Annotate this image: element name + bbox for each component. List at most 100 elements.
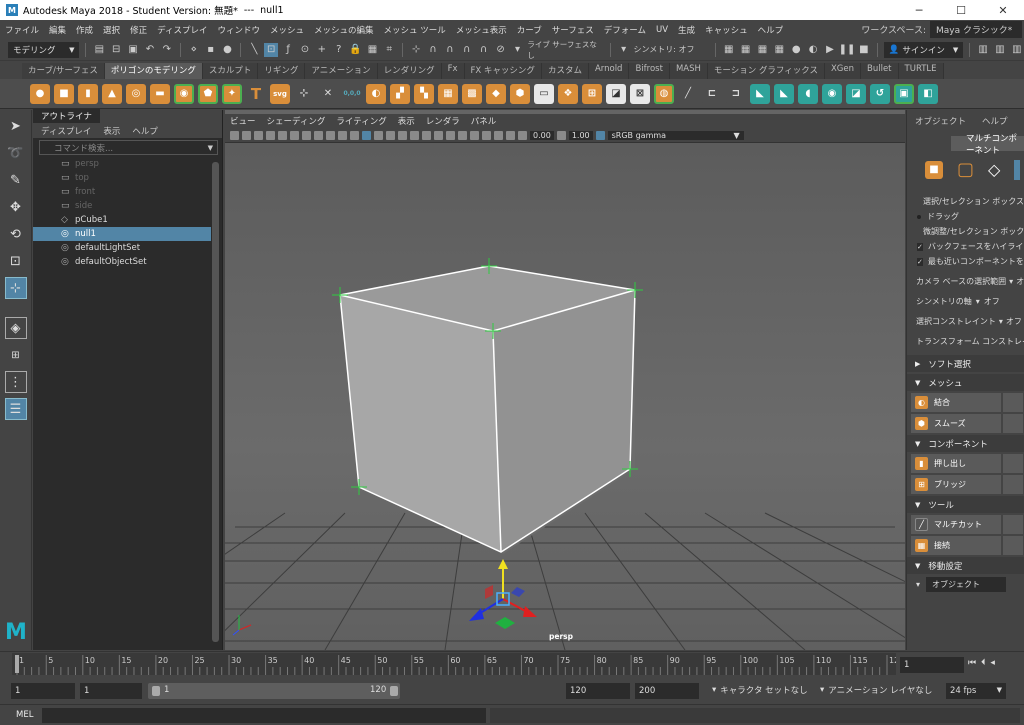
paint-select-tool-icon[interactable]: ✎ xyxy=(5,169,27,191)
exposure-icon[interactable] xyxy=(518,130,527,140)
shadows-icon[interactable] xyxy=(410,130,419,140)
poly-plane-icon[interactable]: ▬ xyxy=(150,83,170,104)
outliner-item-null1[interactable]: ◎ null1 xyxy=(33,227,211,241)
outliner-item-front[interactable]: ▭ front xyxy=(33,185,211,199)
bridge-icon[interactable]: ⊞ xyxy=(582,83,602,104)
image-plane-icon[interactable] xyxy=(254,130,263,140)
go-to-start-icon[interactable]: ⏮ xyxy=(968,658,977,668)
multi-cut-options-button[interactable] xyxy=(1003,515,1023,534)
select-misc-icon[interactable]: ▦ xyxy=(366,43,380,57)
target-weld-icon[interactable]: ⊏ xyxy=(702,83,722,104)
cylindrical-map-icon[interactable]: ◖ xyxy=(798,83,818,104)
layout-uv-icon[interactable]: ▣ xyxy=(894,83,914,104)
step-back-key-icon[interactable]: ◂ xyxy=(990,658,996,668)
smooth-shade-icon[interactable] xyxy=(362,130,371,140)
select-by-deform-icon[interactable]: + xyxy=(315,43,329,57)
animation-start-field[interactable]: 1 xyxy=(11,683,75,699)
isolate-select-icon[interactable] xyxy=(470,130,479,140)
backface-highlight-checkbox[interactable]: ✓ バックフェースをハイライト xyxy=(907,239,1024,254)
xray-components-icon[interactable] xyxy=(506,130,515,140)
grid-toggle-icon[interactable] xyxy=(266,130,275,140)
menu-curves[interactable]: カーブ xyxy=(512,24,547,36)
depth-of-field-icon[interactable] xyxy=(458,130,467,140)
exposure-field[interactable]: 0.00 xyxy=(530,130,554,140)
z-arrow-icon[interactable] xyxy=(469,608,484,621)
connect-options-button[interactable] xyxy=(1003,536,1023,555)
shelf-tab-fx-caching[interactable]: FX キャッシング xyxy=(464,63,542,79)
layout-side-by-side-icon[interactable]: ⋮ xyxy=(4,371,27,393)
reduce-icon[interactable]: ◍ xyxy=(654,83,674,104)
menu-modify[interactable]: 修正 xyxy=(125,24,152,36)
outliner-search-input[interactable]: コマンド検索... ▼ xyxy=(39,140,218,155)
scale-tool-icon[interactable]: ⊡ xyxy=(5,250,27,272)
viewport-menu-panels[interactable]: パネル xyxy=(471,115,497,127)
animation-end-field[interactable]: 200 xyxy=(635,683,699,699)
multi-cut-icon[interactable]: ╱ xyxy=(678,83,698,104)
bridge-button[interactable]: ⊞ ブリッジ xyxy=(911,475,1001,494)
layout-single-pane-icon[interactable]: ◈ xyxy=(4,317,27,339)
outliner-menu-display[interactable]: ディスプレイ xyxy=(41,125,91,137)
shelf-tab-turtle[interactable]: TURTLE xyxy=(898,63,944,79)
toggle-panel-3-icon[interactable]: ▥ xyxy=(1010,43,1024,57)
toggle-panel-icon[interactable]: ▥ xyxy=(976,43,990,57)
menu-edit-mesh[interactable]: メッシュの編集 xyxy=(309,24,379,36)
platonic-solid-icon[interactable]: ⬟ xyxy=(198,83,218,104)
safe-action-icon[interactable] xyxy=(326,130,335,140)
shelf-tab-xgen[interactable]: XGen xyxy=(824,63,862,79)
xray-joints-icon[interactable] xyxy=(494,130,503,140)
select-object-icon[interactable]: ▪ xyxy=(204,43,218,57)
snap-surface-icon[interactable]: ∩ xyxy=(477,43,491,57)
lasso-tool-icon[interactable]: ➰ xyxy=(5,142,27,164)
shelf-tab-arnold[interactable]: Arnold xyxy=(588,63,630,79)
select-option-drag[interactable]: ドラッグ xyxy=(907,209,1024,224)
svg-tool-icon[interactable]: svg xyxy=(270,83,290,104)
live-surface-label[interactable]: ライブ サーフェスなし xyxy=(527,39,603,61)
move-manipulator[interactable] xyxy=(469,559,537,629)
smooth-icon[interactable]: ⬢ xyxy=(510,83,530,104)
shelf-tab-bifrost[interactable]: Bifrost xyxy=(629,63,670,79)
command-input[interactable] xyxy=(42,708,486,723)
camera-based-selection[interactable]: カメラ ベースの選択範囲▾オフ xyxy=(907,271,1024,291)
smooth-button[interactable]: ⬢ スムーズ xyxy=(911,414,1001,433)
tools-section[interactable]: ▼ ツール xyxy=(907,496,1024,513)
shelf-tab-animation[interactable]: アニメーション xyxy=(305,63,378,79)
viewport-menu-shading[interactable]: シェーディング xyxy=(267,115,326,127)
snap-options-icon[interactable]: ▾ xyxy=(511,43,525,57)
menu-create[interactable]: 作成 xyxy=(71,24,98,36)
menu-mesh[interactable]: メッシュ xyxy=(265,24,309,36)
text-tool-icon[interactable]: T xyxy=(246,83,266,104)
soft-select-section[interactable]: ▶ ソフト選択 xyxy=(907,355,1024,372)
separate-icon[interactable]: ▞ xyxy=(390,83,410,104)
face-mode-icon[interactable] xyxy=(1014,159,1021,180)
select-hierarchy-icon[interactable]: ⋄ xyxy=(187,43,201,57)
render-settings-icon[interactable]: ▦ xyxy=(772,43,786,57)
unfold-icon[interactable]: ↺ xyxy=(870,83,890,104)
connect-button[interactable]: ▦ 接続 xyxy=(911,536,1001,555)
range-start-handle[interactable] xyxy=(152,686,160,696)
symmetry-axis-setting[interactable]: シンメトリの軸 ▾ オフ xyxy=(907,291,1024,311)
menu-mesh-tools[interactable]: メッシュ ツール xyxy=(379,24,451,36)
mel-label[interactable]: MEL xyxy=(16,710,33,720)
step-back-icon[interactable]: ⏴ xyxy=(981,658,987,668)
outliner-item-persp[interactable]: ▭ persp xyxy=(33,157,211,171)
super-shape-icon[interactable]: ✦ xyxy=(222,83,242,104)
multi-cut-button[interactable]: ╱ マルチカット xyxy=(911,515,1001,534)
yz-plane-handle[interactable] xyxy=(511,587,525,597)
pivot-icon[interactable]: ⊹ xyxy=(294,83,314,104)
append-icon[interactable]: ◪ xyxy=(606,83,626,104)
viewport-menu-lighting[interactable]: ライティング xyxy=(336,115,386,127)
play-render-icon[interactable]: ▶ xyxy=(823,43,837,57)
menu-cache[interactable]: キャッシュ xyxy=(700,24,753,36)
menu-uv[interactable]: UV xyxy=(651,25,673,35)
poly-cube-icon[interactable]: ■ xyxy=(54,83,74,104)
vertex-mode-icon[interactable]: ▢ xyxy=(957,159,974,180)
motion-blur-icon[interactable] xyxy=(434,130,443,140)
xray-icon[interactable] xyxy=(482,130,491,140)
combine-icon[interactable]: ◐ xyxy=(366,83,386,104)
extrude-icon[interactable]: ▭ xyxy=(534,83,554,104)
select-by-surface-icon[interactable]: ⊙ xyxy=(298,43,312,57)
menu-deform[interactable]: デフォーム xyxy=(599,24,651,36)
move-settings-section[interactable]: ▼ 移動設定 xyxy=(907,557,1024,574)
poly-cone-icon[interactable]: ▲ xyxy=(102,83,122,104)
shade-wire-icon[interactable] xyxy=(374,130,383,140)
